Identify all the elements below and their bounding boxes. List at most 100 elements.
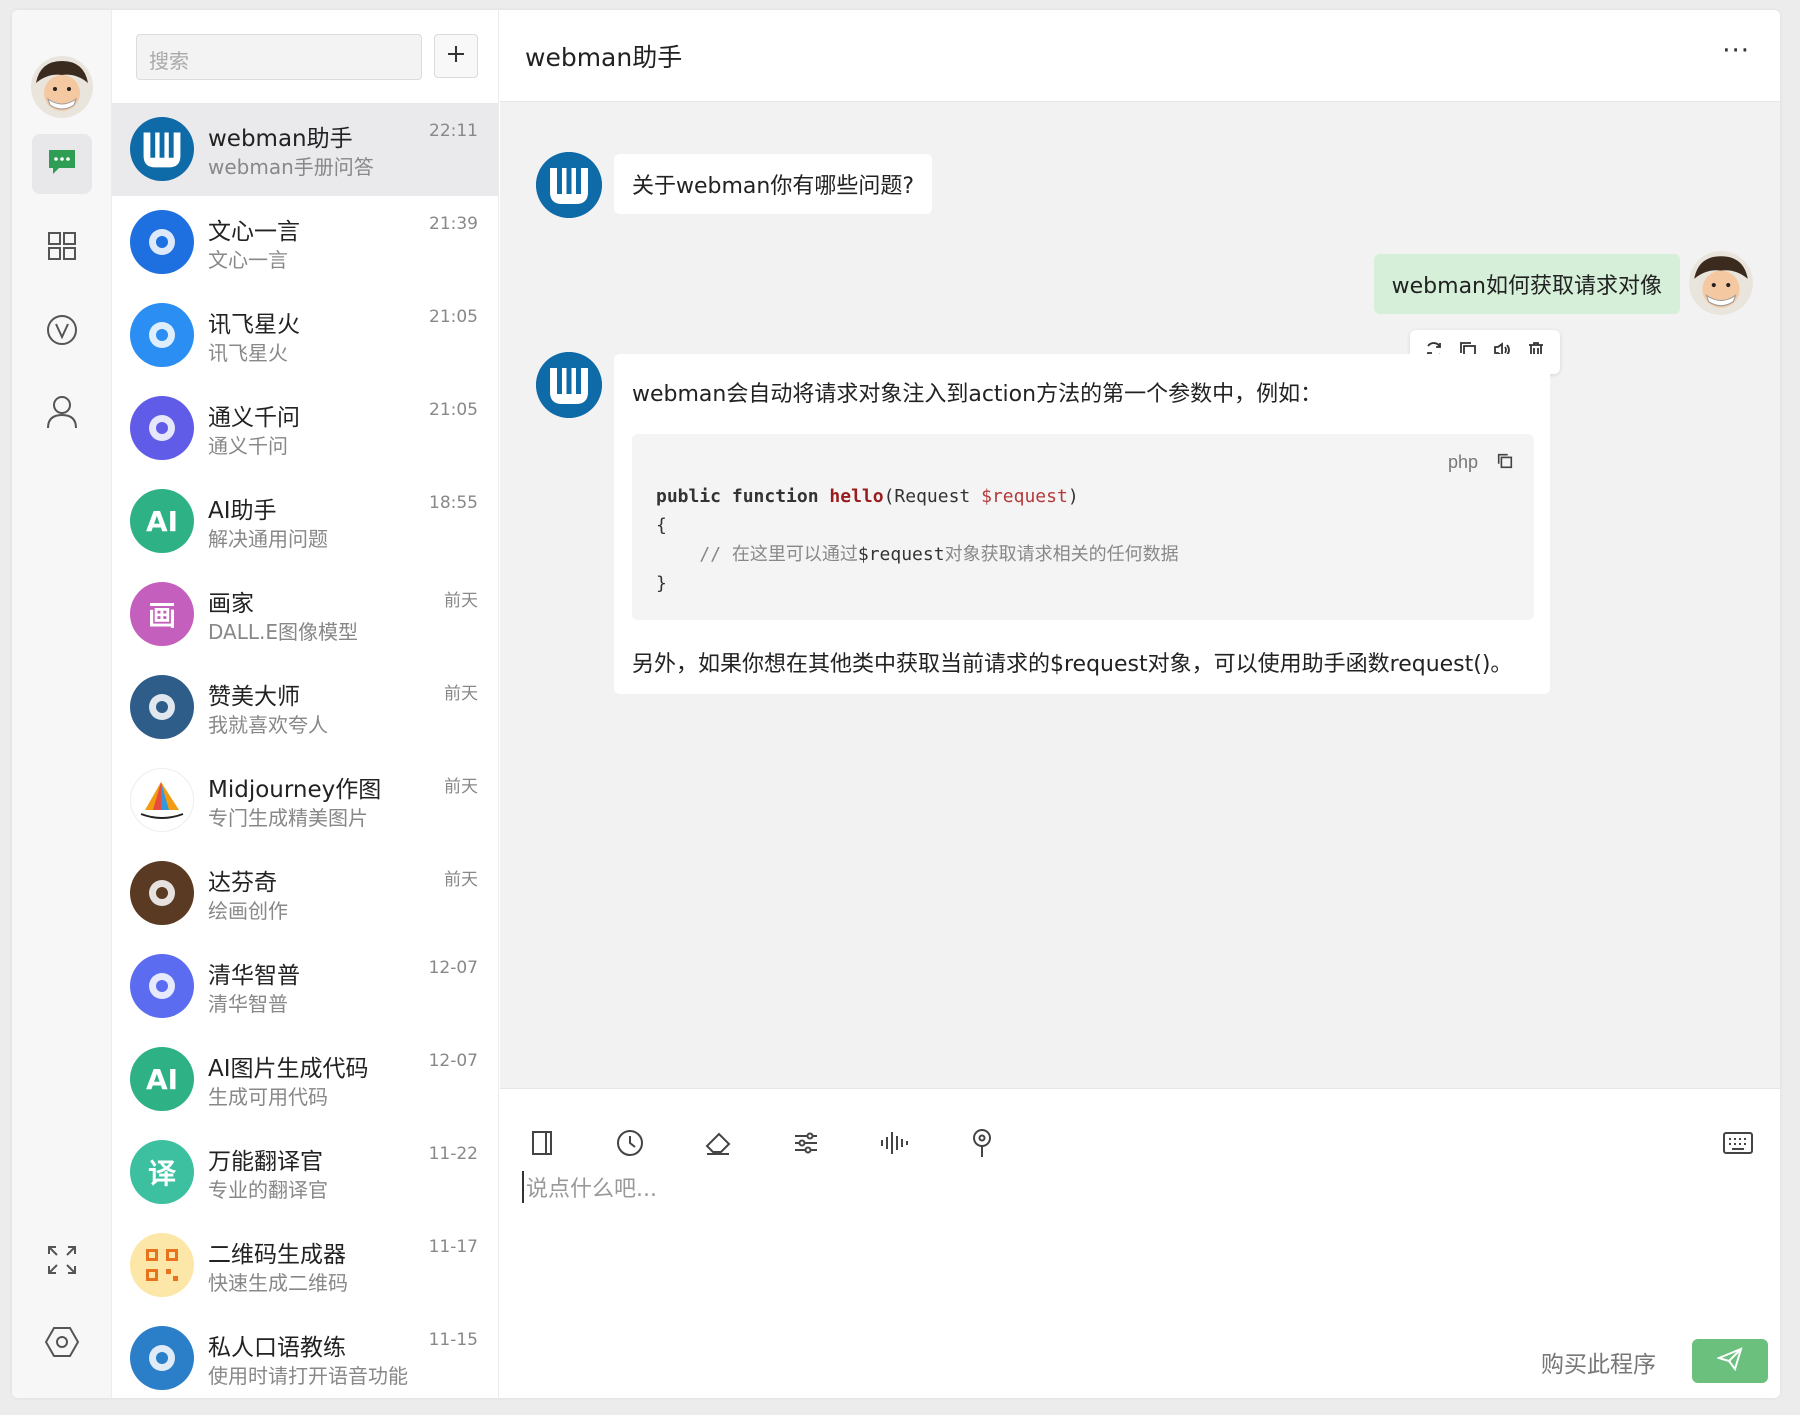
add-chat-button[interactable] [434, 34, 478, 78]
bot-answer-bubble: webman会自动将请求对象注入到action方法的第一个参数中，例如： php… [614, 354, 1550, 694]
chat-list-item[interactable]: 通义千问 通义千问 21:05 [112, 382, 498, 475]
qwen-logo-icon [130, 396, 194, 460]
vip-v-icon [46, 314, 78, 350]
chat-item-time: 11-22 [428, 1144, 478, 1164]
chat-item-time: 21:39 [429, 214, 478, 234]
settings-sliders-icon[interactable] [788, 1125, 824, 1161]
user-icon [46, 395, 78, 433]
chat-item-time: 前天 [444, 870, 478, 890]
chat-nav-button[interactable] [32, 134, 92, 194]
chat-item-subtitle: 解决通用问题 [208, 527, 328, 551]
buy-program-link[interactable]: 购买此程序 [1541, 1345, 1656, 1379]
chat-item-subtitle: 专业的翻译官 [208, 1178, 328, 1202]
message-input[interactable]: 说点什么吧... [522, 1171, 657, 1203]
bot-answer-avatar [536, 352, 602, 418]
expand-icon [46, 1244, 78, 1280]
chat-list-item[interactable]: Midjourney作图 专门生成精美图片 前天 [112, 754, 498, 847]
qrcode-logo-icon [130, 1233, 194, 1297]
voice-wave-icon[interactable] [876, 1125, 912, 1161]
chat-item-subtitle: 清华智普 [208, 992, 288, 1016]
webman-logo-icon [130, 117, 194, 181]
chat-list-item[interactable]: 清华智普 清华智普 12-07 [112, 940, 498, 1033]
code-content: public function hello(Request $request) … [656, 486, 1179, 594]
chat-list-item[interactable]: 画画家 DALL.E图像模型 前天 [112, 568, 498, 661]
chat-item-time: 21:05 [429, 400, 478, 420]
chat-list-item[interactable]: 私人口语教练使用时请打开语音功能 11-15 [112, 1312, 498, 1398]
code-language-label: php [1447, 452, 1478, 472]
chat-item-subtitle: 文心一言 [208, 248, 288, 272]
eraser-icon[interactable] [700, 1125, 736, 1161]
conversation-title: webman助手 [525, 43, 683, 72]
chat-item-name: 私人口语教练 [208, 1335, 346, 1361]
ernie-logo-icon [130, 210, 194, 274]
chat-item-name: Midjourney作图 [208, 777, 382, 803]
chat-item-name: 画家 [208, 591, 254, 617]
chat-item-time: 11-15 [428, 1330, 478, 1350]
chat-item-time: 22:11 [429, 121, 478, 141]
chat-item-name: 达芬奇 [208, 870, 277, 896]
history-clock-icon[interactable] [612, 1125, 648, 1161]
praise-avatar-icon [130, 675, 194, 739]
user-question-bubble: webman如何获取请求对像 [1373, 254, 1680, 314]
settings-nav-button[interactable] [32, 1314, 92, 1374]
webman-logo-icon [536, 152, 602, 218]
chat-item-name: 讯飞星火 [208, 312, 300, 338]
chat-item-name: AI图片生成代码 [208, 1056, 369, 1082]
chat-list-item[interactable]: AI AI图片生成代码 生成可用代码 12-07 [112, 1033, 498, 1126]
midjourney-logo-icon [130, 768, 194, 832]
message-composer: 说点什么吧... 购买此程序 [500, 1088, 1780, 1398]
more-options-button[interactable]: ··· [1722, 36, 1750, 66]
chat-item-subtitle: 专门生成精美图片 [208, 806, 368, 830]
keyboard-icon[interactable] [1720, 1125, 1756, 1161]
copy-code-icon[interactable] [1496, 452, 1514, 475]
fullscreen-button[interactable] [32, 1232, 92, 1292]
apps-nav-button[interactable] [32, 218, 92, 278]
plus-icon [446, 44, 466, 68]
chat-list-item[interactable]: 讯飞星火 讯飞星火 21:05 [112, 289, 498, 382]
conversation-header: webman助手 ··· [500, 10, 1780, 102]
chat-item-subtitle: 使用时请打开语音功能 [208, 1364, 408, 1388]
chat-item-time: 21:05 [429, 307, 478, 327]
spark-logo-icon [130, 303, 194, 367]
search-input[interactable]: 搜索 [136, 34, 422, 80]
chat-item-time: 前天 [444, 777, 478, 797]
location-pin-icon[interactable] [964, 1125, 1000, 1161]
chat-item-subtitle: 快速生成二维码 [208, 1271, 348, 1295]
chat-list-item[interactable]: webman助手 webman手册问答 22:11 [112, 103, 498, 196]
app-window: 搜索 webman助手 webman手册问答 22:11 文心一言 文心一言 21:39 讯… [12, 10, 1780, 1398]
chat-item-time: 11-17 [428, 1237, 478, 1257]
chat-item-time: 12-07 [428, 1051, 478, 1071]
chat-item-name: webman助手 [208, 126, 353, 152]
chat-item-name: 通义千问 [208, 405, 300, 431]
new-topic-icon[interactable] [524, 1125, 560, 1161]
chat-item-subtitle: 我就喜欢夸人 [208, 713, 328, 737]
profile-nav-button[interactable] [32, 384, 92, 444]
chat-item-subtitle: webman手册问答 [208, 155, 374, 179]
chat-list-item[interactable]: 达芬奇 绘画创作 前天 [112, 847, 498, 940]
chat-item-name: 清华智普 [208, 963, 300, 989]
chat-list-item[interactable]: 译万能翻译官 专业的翻译官 11-22 [112, 1126, 498, 1219]
zhipu-logo-icon [130, 954, 194, 1018]
conversation-panel: webman助手 ··· 关于webman你有哪些问题? webman如何获取请… [500, 10, 1780, 1398]
answer-outro-text: 另外，如果你想在其他类中获取当前请求的$request对象，可以使用助手函数re… [632, 652, 1513, 677]
painter-logo-icon: 画 [130, 582, 194, 646]
chat-item-time: 前天 [444, 591, 478, 611]
chat-list-item[interactable]: 赞美大师我就喜欢夸人 前天 [112, 661, 498, 754]
vip-nav-button[interactable] [32, 302, 92, 362]
user-avatar[interactable] [30, 55, 94, 119]
ai-logo-icon: AI [130, 1047, 194, 1111]
grid-icon [47, 231, 77, 265]
chat-item-name: 赞美大师 [208, 684, 300, 710]
chat-item-name: 二维码生成器 [208, 1242, 346, 1268]
chat-item-subtitle: DALL.E图像模型 [208, 620, 359, 644]
user-message-avatar [1688, 250, 1754, 316]
chat-item-time: 12-07 [428, 958, 478, 978]
chat-list-panel: 搜索 webman助手 webman手册问答 22:11 文心一言 文心一言 21:39 讯… [112, 10, 499, 1398]
chat-item-time: 前天 [444, 684, 478, 704]
chat-item-subtitle: 通义千问 [208, 434, 288, 458]
chat-list-item[interactable]: 文心一言 文心一言 21:39 [112, 196, 498, 289]
chat-list-item[interactable]: 二维码生成器 快速生成二维码 11-17 [112, 1219, 498, 1312]
send-button[interactable] [1692, 1339, 1768, 1383]
coach-avatar-icon [130, 1326, 194, 1390]
chat-list-item[interactable]: AI AI助手 解决通用问题 18:55 [112, 475, 498, 568]
